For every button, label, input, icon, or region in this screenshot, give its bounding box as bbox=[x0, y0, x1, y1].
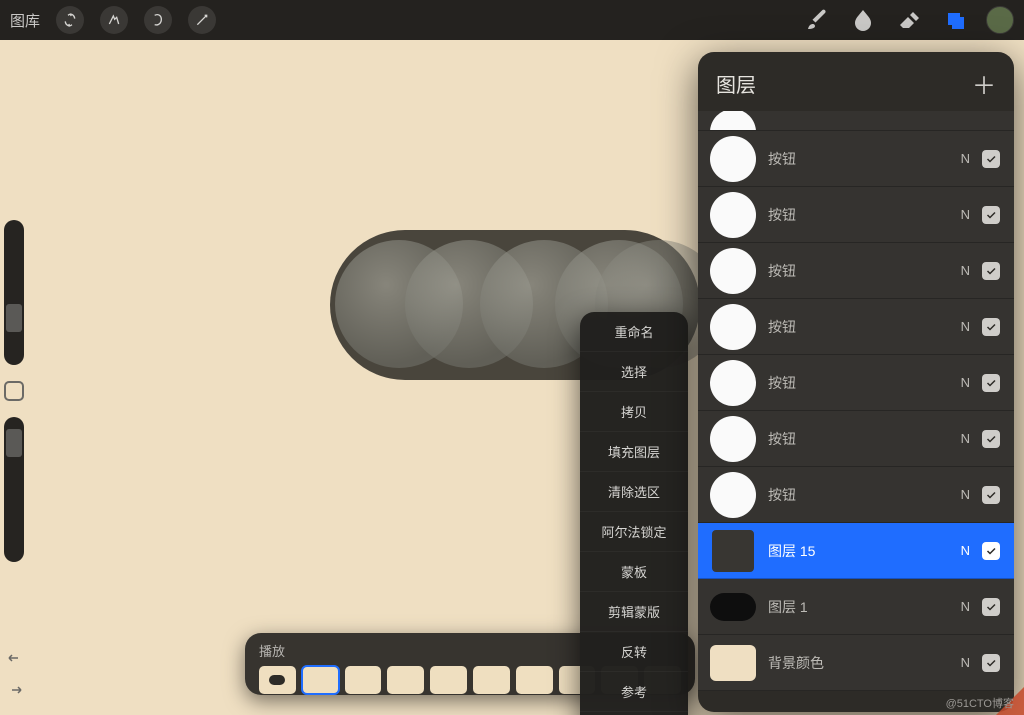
select-icon[interactable] bbox=[144, 6, 172, 34]
layer-visibility-checkbox[interactable] bbox=[982, 654, 1000, 672]
layer-thumbnail bbox=[710, 645, 756, 681]
layer-visibility-checkbox[interactable] bbox=[982, 262, 1000, 280]
blend-mode-letter[interactable]: N bbox=[961, 599, 970, 614]
layer-name: 按钮 bbox=[768, 373, 949, 393]
watermark-text: @51CTO博客 bbox=[946, 695, 1014, 711]
layer-thumbnail bbox=[710, 593, 756, 621]
layer-thumbnail bbox=[710, 528, 756, 574]
timeline-frame[interactable] bbox=[345, 666, 382, 694]
layers-panel-title: 图层 bbox=[716, 69, 756, 98]
layer-row[interactable]: 按钮 N bbox=[698, 355, 1014, 411]
layer-row[interactable]: 图层 15 N bbox=[698, 523, 1014, 579]
timeline-frame[interactable] bbox=[387, 666, 424, 694]
layer-visibility-checkbox[interactable] bbox=[982, 318, 1000, 336]
timeline-frame[interactable] bbox=[430, 666, 467, 694]
layer-name: 背景颜色 bbox=[768, 653, 949, 673]
layers-panel: 图层 ＋ 按钮N按钮N按钮N按钮N按钮N按钮N按钮N图层 15N图层 1N背景颜… bbox=[698, 52, 1014, 712]
layer-visibility-checkbox[interactable] bbox=[982, 430, 1000, 448]
layer-thumbnail bbox=[710, 192, 756, 238]
layer-visibility-checkbox[interactable] bbox=[982, 206, 1000, 224]
blend-mode-letter[interactable]: N bbox=[961, 431, 970, 446]
layer-thumbnail bbox=[710, 111, 756, 131]
layers-icon[interactable] bbox=[940, 5, 970, 35]
gallery-button[interactable]: 图库 bbox=[10, 10, 40, 31]
layer-row[interactable] bbox=[698, 111, 1014, 131]
layer-thumbnail bbox=[710, 136, 756, 182]
layer-name: 图层 15 bbox=[768, 541, 949, 561]
layer-context-menu: 重命名选择拷贝填充图层清除选区阿尔法锁定蒙板剪辑蒙版反转参考向下合并向下组合 bbox=[580, 312, 688, 715]
blend-mode-letter[interactable]: N bbox=[961, 263, 970, 278]
layer-name: 按钮 bbox=[768, 317, 949, 337]
layer-row[interactable]: 按钮 N bbox=[698, 299, 1014, 355]
layer-name: 按钮 bbox=[768, 205, 949, 225]
layer-thumbnail bbox=[710, 304, 756, 350]
layer-row[interactable]: 按钮 N bbox=[698, 467, 1014, 523]
layer-thumbnail bbox=[710, 248, 756, 294]
layer-name: 图层 1 bbox=[768, 597, 949, 617]
layer-visibility-checkbox[interactable] bbox=[982, 542, 1000, 560]
layer-row[interactable]: 按钮 N bbox=[698, 131, 1014, 187]
context-menu-item[interactable]: 蒙板 bbox=[580, 552, 688, 592]
context-menu-item[interactable]: 填充图层 bbox=[580, 432, 688, 472]
layer-row[interactable]: 图层 1 N bbox=[698, 579, 1014, 635]
context-menu-item[interactable]: 阿尔法锁定 bbox=[580, 512, 688, 552]
blend-mode-letter[interactable]: N bbox=[961, 655, 970, 670]
timeline-frame[interactable] bbox=[473, 666, 510, 694]
opacity-slider[interactable] bbox=[4, 417, 24, 562]
timeline-frame[interactable] bbox=[259, 666, 296, 694]
actions-icon[interactable] bbox=[56, 6, 84, 34]
layer-visibility-checkbox[interactable] bbox=[982, 486, 1000, 504]
brush-size-slider[interactable] bbox=[4, 220, 24, 365]
context-menu-item[interactable]: 剪辑蒙版 bbox=[580, 592, 688, 632]
layer-thumbnail bbox=[710, 472, 756, 518]
blend-mode-letter[interactable]: N bbox=[961, 207, 970, 222]
timeline-frame[interactable] bbox=[302, 666, 339, 694]
blend-mode-letter[interactable]: N bbox=[961, 319, 970, 334]
adjust-icon[interactable] bbox=[100, 6, 128, 34]
blend-mode-letter[interactable]: N bbox=[961, 487, 970, 502]
erase-icon[interactable] bbox=[894, 5, 924, 35]
layer-thumbnail bbox=[710, 360, 756, 406]
redo-icon[interactable] bbox=[6, 683, 24, 697]
brush-icon[interactable] bbox=[802, 5, 832, 35]
context-menu-item[interactable]: 反转 bbox=[580, 632, 688, 672]
layer-row[interactable]: 按钮 N bbox=[698, 243, 1014, 299]
layer-visibility-checkbox[interactable] bbox=[982, 150, 1000, 168]
layer-visibility-checkbox[interactable] bbox=[982, 374, 1000, 392]
context-menu-item[interactable]: 重命名 bbox=[580, 312, 688, 352]
context-menu-item[interactable]: 清除选区 bbox=[580, 472, 688, 512]
blend-mode-letter[interactable]: N bbox=[961, 151, 970, 166]
modify-button[interactable] bbox=[4, 381, 24, 401]
layer-row[interactable]: 按钮 N bbox=[698, 187, 1014, 243]
undo-redo bbox=[6, 651, 24, 697]
layer-name: 按钮 bbox=[768, 485, 949, 505]
color-swatch[interactable] bbox=[986, 6, 1014, 34]
timeline-frame[interactable] bbox=[516, 666, 553, 694]
layer-name: 按钮 bbox=[768, 149, 949, 169]
layer-thumbnail bbox=[710, 416, 756, 462]
smudge-icon[interactable] bbox=[848, 5, 878, 35]
layer-visibility-checkbox[interactable] bbox=[982, 598, 1000, 616]
add-layer-button[interactable]: ＋ bbox=[972, 66, 996, 101]
layer-row[interactable]: 背景颜色 N bbox=[698, 635, 1014, 691]
context-menu-item[interactable]: 拷贝 bbox=[580, 392, 688, 432]
undo-icon[interactable] bbox=[6, 651, 24, 665]
layer-row[interactable]: 按钮 N bbox=[698, 411, 1014, 467]
brush-size-thumb[interactable] bbox=[6, 304, 22, 332]
context-menu-item[interactable]: 选择 bbox=[580, 352, 688, 392]
opacity-thumb[interactable] bbox=[6, 429, 22, 457]
layer-name: 按钮 bbox=[768, 429, 949, 449]
blend-mode-letter[interactable]: N bbox=[961, 375, 970, 390]
context-menu-item[interactable]: 参考 bbox=[580, 672, 688, 712]
top-toolbar: 图库 bbox=[0, 0, 1024, 40]
transform-icon[interactable] bbox=[188, 6, 216, 34]
blend-mode-letter[interactable]: N bbox=[961, 543, 970, 558]
layer-name: 按钮 bbox=[768, 261, 949, 281]
side-sliders bbox=[4, 220, 24, 562]
